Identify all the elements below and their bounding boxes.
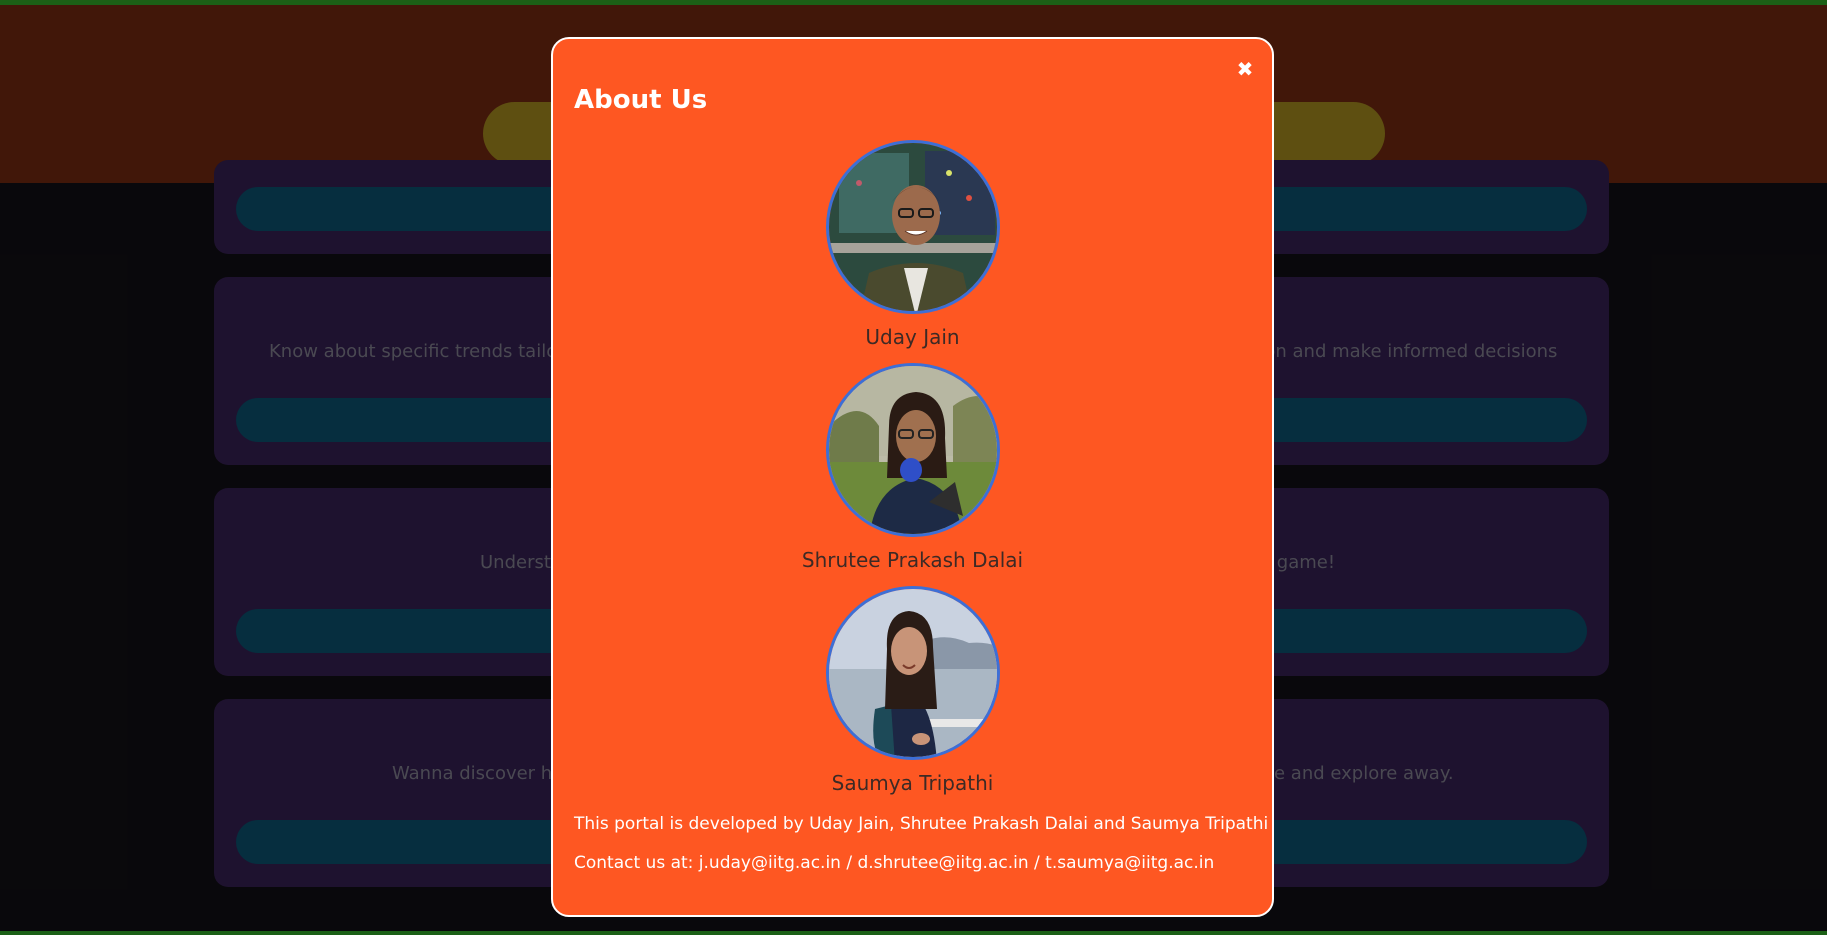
- avatar-saumya-tripathi: [826, 586, 1000, 760]
- developed-by-text: This portal is developed by Uday Jain, S…: [574, 814, 1269, 834]
- person-name-uday-jain: Uday Jain: [865, 325, 960, 349]
- avatar-uday-jain: [826, 140, 1000, 314]
- avatar-shrutee-prakash-dalai: [826, 363, 1000, 537]
- person-name-shrutee-prakash-dalai: Shrutee Prakash Dalai: [801, 548, 1024, 572]
- person-name-saumya-tripathi: Saumya Tripathi: [831, 771, 994, 795]
- close-icon[interactable]: ✖: [1233, 57, 1257, 81]
- about-us-modal: ✖ About Us Uday Jain Shrutee Prakash Dal…: [551, 37, 1274, 917]
- modal-title: About Us: [574, 85, 708, 115]
- contact-text: Contact us at: j.uday@iitg.ac.in / d.shr…: [574, 853, 1215, 873]
